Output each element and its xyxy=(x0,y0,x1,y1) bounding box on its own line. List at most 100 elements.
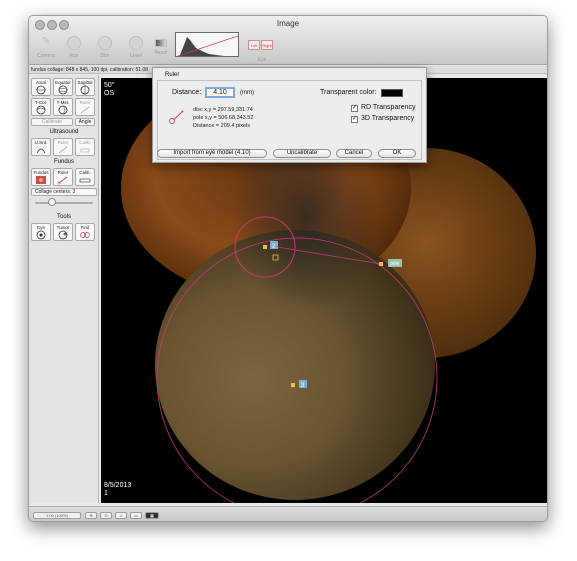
zoom-in-icon[interactable]: ⊕ xyxy=(85,512,97,519)
uncalibrate-button[interactable]: Uncalibrate xyxy=(273,149,331,158)
image-angle-label: 50° xyxy=(104,82,115,89)
tool-label: Calib. xyxy=(79,140,91,145)
image-eye-label: OS xyxy=(104,90,115,97)
tool-label: Eye xyxy=(37,225,45,230)
distance-unit: (mm) xyxy=(240,90,254,96)
tool-label: Ruler xyxy=(79,100,91,105)
toolbar-run-button[interactable]: Run xyxy=(59,36,89,59)
tool-ruler-disabled[interactable]: Ruler xyxy=(75,98,95,116)
tool-label: Calib. xyxy=(79,170,91,175)
td-transparency-checkbox[interactable]: ✓ xyxy=(351,116,358,123)
eye-right-button[interactable]: Right xyxy=(261,40,273,50)
grid-icon[interactable]: ▦ xyxy=(145,512,159,519)
tool-tumor[interactable]: Tumor xyxy=(53,223,73,241)
eye-icon xyxy=(36,230,46,240)
tool-label: Ruler xyxy=(57,170,69,175)
transparent-color-label: Transparent color: xyxy=(320,89,377,96)
collage-slider-thumb[interactable] xyxy=(48,198,56,206)
fundus-section-title: Fundus xyxy=(53,159,74,165)
toolbar-camera-button[interactable]: ✎ Camera xyxy=(31,36,61,59)
tool-label: T-Mer. xyxy=(56,100,70,105)
transparent-color-well[interactable] xyxy=(381,89,403,97)
import-from-eye-model-button[interactable]: Import from eye model (4.10) xyxy=(157,149,267,158)
calibrate-button[interactable]: Calibrate xyxy=(31,118,73,126)
tool-ultrasound-calib[interactable]: Calib. xyxy=(75,138,95,156)
tool-label: Equator xyxy=(55,80,71,85)
tool-label: Ruler xyxy=(57,140,69,145)
tool-ultrasound-ruler[interactable]: Ruler xyxy=(53,138,73,156)
tool-ultrasound[interactable]: U.Srd. xyxy=(31,138,51,156)
tool-sagittal[interactable]: Sagittal xyxy=(75,78,95,96)
distance-label: Distance: xyxy=(172,89,202,96)
histogram[interactable] xyxy=(175,32,239,57)
home-icon[interactable]: ⌂ xyxy=(115,512,127,519)
tool-label: Axial xyxy=(36,80,46,85)
toolbar-label: Camera xyxy=(37,53,55,59)
fundus-icon xyxy=(36,176,46,184)
tool-label: T-Cor. xyxy=(34,100,48,105)
camera-icon: ✎ xyxy=(41,36,51,47)
ruler-icon xyxy=(169,110,184,124)
cancel-button[interactable]: Cancel xyxy=(336,149,372,158)
title-bar: Image ✎ Camera Run Dim Level Reset Left … xyxy=(29,16,547,65)
tool-eye[interactable]: Eye xyxy=(31,223,51,241)
bottom-bar: 1.00 (100%) ⊕ ⊖ ⌂ ▭ ▦ xyxy=(29,506,547,521)
tool-label: U.Srd. xyxy=(34,140,48,145)
tool-label: Tumor xyxy=(56,225,70,230)
ruler-icon xyxy=(57,176,68,185)
tools-section-title: Tools xyxy=(56,214,71,220)
ok-button[interactable]: OK xyxy=(378,149,416,158)
toolbar-dim-button[interactable]: Dim xyxy=(90,36,120,59)
tool-fundus[interactable]: Fundus xyxy=(31,168,51,186)
tool-find[interactable]: Find xyxy=(75,223,95,241)
window-title: Image xyxy=(276,19,300,28)
toolbar-label: Dim xyxy=(100,53,110,59)
histogram-graph xyxy=(177,35,238,56)
find-icon xyxy=(80,232,90,238)
run-icon xyxy=(67,36,81,50)
toolbar-label: Run xyxy=(69,53,79,59)
view-mode-icon[interactable]: ▭ xyxy=(130,512,142,519)
tool-t-mer[interactable]: T-Mer. xyxy=(53,98,73,116)
sagittal-icon xyxy=(80,85,90,95)
tool-label: Find xyxy=(80,225,90,230)
tool-equator[interactable]: Equator xyxy=(53,78,73,96)
reset-icon xyxy=(155,39,167,47)
rd-transparency-checkbox[interactable]: ✓ xyxy=(351,105,358,112)
eye-label: Eye xyxy=(257,57,267,63)
ruler-dialog-title: Ruler xyxy=(165,72,180,78)
collage-slider-track[interactable] xyxy=(35,202,93,204)
image-date-label: 8/5/2013 xyxy=(104,482,132,489)
t-mer-icon xyxy=(58,105,68,115)
ruler-icon xyxy=(80,106,90,114)
tool-axial[interactable]: Axial xyxy=(31,78,51,96)
image-window: Image ✎ Camera Run Dim Level Reset Left … xyxy=(28,15,548,522)
zoom-out-icon[interactable]: ⊖ xyxy=(100,512,112,519)
tool-t-cor[interactable]: T-Cor. xyxy=(31,98,51,116)
disc-coordinates: disc x,y = 297.59,331.74 xyxy=(193,107,253,113)
equator-icon xyxy=(58,85,68,95)
tool-fundus-calib[interactable]: Calib. xyxy=(75,168,95,186)
image-index-label: 1 xyxy=(104,490,108,497)
toolbar-label: Reset xyxy=(154,50,168,56)
pole-coordinates: pole x,y = 506.68,343.52 xyxy=(193,115,254,121)
dim-icon xyxy=(98,36,112,50)
ultrasound-section-title: Ultrasound xyxy=(49,129,79,135)
tool-fundus-ruler[interactable]: Ruler xyxy=(53,168,73,186)
calibration-icon xyxy=(80,148,90,153)
tool-label: Sagittal xyxy=(77,80,93,85)
axial-icon xyxy=(36,85,46,95)
rd-transparency-label: RD Transparency xyxy=(361,104,416,111)
distance-input[interactable] xyxy=(205,87,235,98)
ultrasound-icon xyxy=(36,148,46,154)
tool-label: Fundus xyxy=(33,170,49,175)
toolbar-reset-button[interactable]: Reset xyxy=(146,36,176,56)
t-cor-icon xyxy=(36,105,46,115)
tool-sidebar: Axial Equator Sagittal T-Cor. T-Mer. Rul… xyxy=(29,75,99,503)
angle-button[interactable]: Angle xyxy=(75,118,95,126)
level-icon xyxy=(129,36,143,50)
zoom-readout[interactable]: 1.00 (100%) xyxy=(33,512,81,519)
ruler-dialog: Ruler Distance: (mm) Transparent color: … xyxy=(152,67,427,163)
collage-centers-select[interactable]: Collage centers: 3 xyxy=(31,188,97,196)
eye-left-button[interactable]: Left xyxy=(248,40,260,50)
